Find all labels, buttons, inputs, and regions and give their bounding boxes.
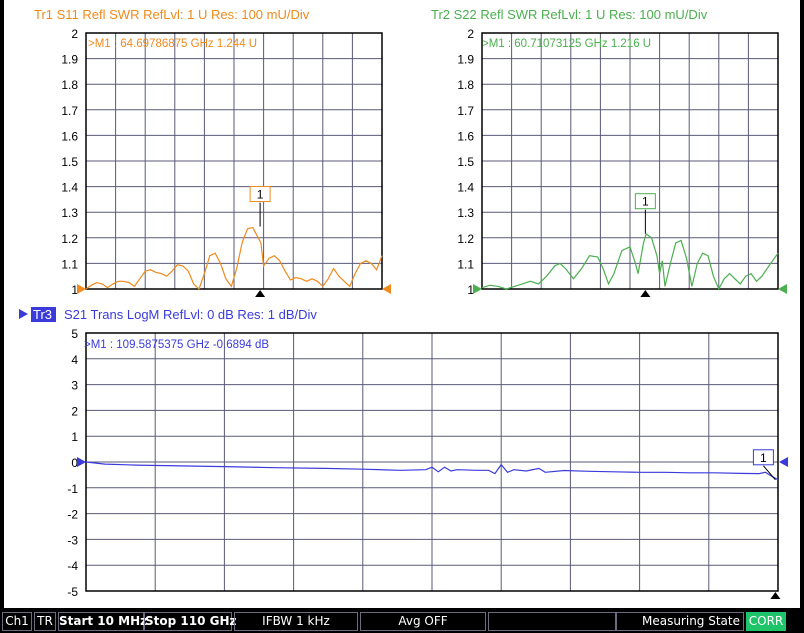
- y-tick-label: 2: [467, 27, 474, 41]
- y-tick-label: 1.2: [457, 232, 474, 246]
- s22-marker-readout: >M1 : 60.71073125 GHz 1.216 U: [482, 38, 651, 50]
- s11-chart[interactable]: Tr1 S11 Refl SWR RefLvl: 1 U Res: 100 mU…: [34, 7, 391, 297]
- y-tick-label: 1.8: [457, 78, 474, 92]
- ifbw-indicator[interactable]: IFBW 1 kHz: [234, 612, 358, 631]
- s21-chart[interactable]: Tr3 S21 Trans LogM RefLvl: 0 dB Res: 1 d…: [19, 307, 788, 599]
- s21-title: S21 Trans LogM RefLvl: 0 dB Res: 1 dB/Di…: [64, 307, 317, 322]
- y-tick-label: 1.3: [61, 206, 78, 220]
- tr3-label[interactable]: Tr3: [33, 307, 52, 322]
- correction-indicator[interactable]: CORR: [746, 612, 786, 631]
- status-blank: [488, 612, 616, 631]
- active-trace-arrow-icon: [19, 309, 28, 319]
- y-tick-label: 1.2: [61, 232, 78, 246]
- ref-level-right-icon[interactable]: [779, 457, 788, 467]
- start-frequency[interactable]: Start 10 MHz: [58, 612, 144, 631]
- marker-position-icon[interactable]: [640, 290, 650, 297]
- y-tick-label: 1: [71, 430, 78, 444]
- grid: [86, 33, 382, 289]
- y-tick-label: 1.6: [457, 129, 474, 143]
- grid: [86, 333, 778, 591]
- y-tick-label: 1.6: [61, 129, 78, 143]
- ref-level-left-icon[interactable]: [77, 457, 86, 467]
- y-tick-label: -2: [67, 508, 78, 522]
- y-tick-label: 1.1: [457, 257, 474, 271]
- mode-indicator[interactable]: TR: [34, 612, 56, 631]
- y-tick-label: 3: [71, 379, 78, 393]
- y-tick-label: 1.5: [61, 155, 78, 169]
- y-tick-label: 1.5: [457, 155, 474, 169]
- y-tick-label: 1.8: [61, 78, 78, 92]
- marker-label: 1: [760, 451, 767, 465]
- y-tick-label: 4: [71, 353, 78, 367]
- ref-level-left-icon[interactable]: [473, 284, 482, 294]
- y-tick-label: 1.4: [61, 181, 78, 195]
- analyzer-screen: Tr1 S11 Refl SWR RefLvl: 1 U Res: 100 mU…: [4, 0, 800, 608]
- ref-level-right-icon[interactable]: [778, 284, 787, 294]
- averaging-indicator[interactable]: Avg OFF: [360, 612, 486, 631]
- y-tick-label: 5: [71, 327, 78, 341]
- s11-marker-readout: >M1 : 64.69786875 GHz 1.244 U: [88, 38, 257, 50]
- ref-level-left-icon[interactable]: [77, 284, 86, 294]
- y-tick-label: -1: [67, 482, 78, 496]
- measuring-state: Measuring State: [616, 612, 744, 631]
- y-tick-label: -5: [67, 585, 78, 599]
- marker-label: 1: [257, 188, 264, 202]
- stop-frequency[interactable]: Stop 110 GHz: [144, 612, 232, 631]
- marker-position-icon[interactable]: [770, 592, 780, 599]
- y-tick-label: 1.3: [457, 206, 474, 220]
- y-tick-label: 1.7: [457, 104, 474, 118]
- y-tick-label: 1.7: [61, 104, 78, 118]
- marker-label: 1: [642, 195, 649, 209]
- y-tick-label: -3: [67, 533, 78, 547]
- y-tick-label: 1.4: [457, 181, 474, 195]
- s22-title: Tr2 S22 Refl SWR RefLvl: 1 U Res: 100 mU…: [431, 7, 708, 22]
- s21-marker-readout: >M1 : 109.5875375 GHz -0.6894 dB: [84, 339, 269, 351]
- ref-level-right-icon[interactable]: [382, 284, 391, 294]
- y-tick-label: -4: [67, 559, 78, 573]
- plots-svg: Tr1 S11 Refl SWR RefLvl: 1 U Res: 100 mU…: [4, 0, 800, 608]
- s22-chart[interactable]: Tr2 S22 Refl SWR RefLvl: 1 U Res: 100 mU…: [431, 7, 787, 297]
- y-tick-label: 2: [71, 27, 78, 41]
- marker-position-icon[interactable]: [255, 290, 265, 297]
- y-tick-label: 1.9: [61, 53, 78, 67]
- channel-indicator[interactable]: Ch1: [2, 612, 32, 631]
- y-tick-label: 1.1: [61, 257, 78, 271]
- status-bar: Ch1 TR Start 10 MHz Stop 110 GHz IFBW 1 …: [0, 610, 804, 633]
- grid: [482, 33, 778, 289]
- y-tick-label: 1.9: [457, 53, 474, 67]
- s11-title: Tr1 S11 Refl SWR RefLvl: 1 U Res: 100 mU…: [34, 7, 310, 22]
- y-tick-label: 2: [71, 404, 78, 418]
